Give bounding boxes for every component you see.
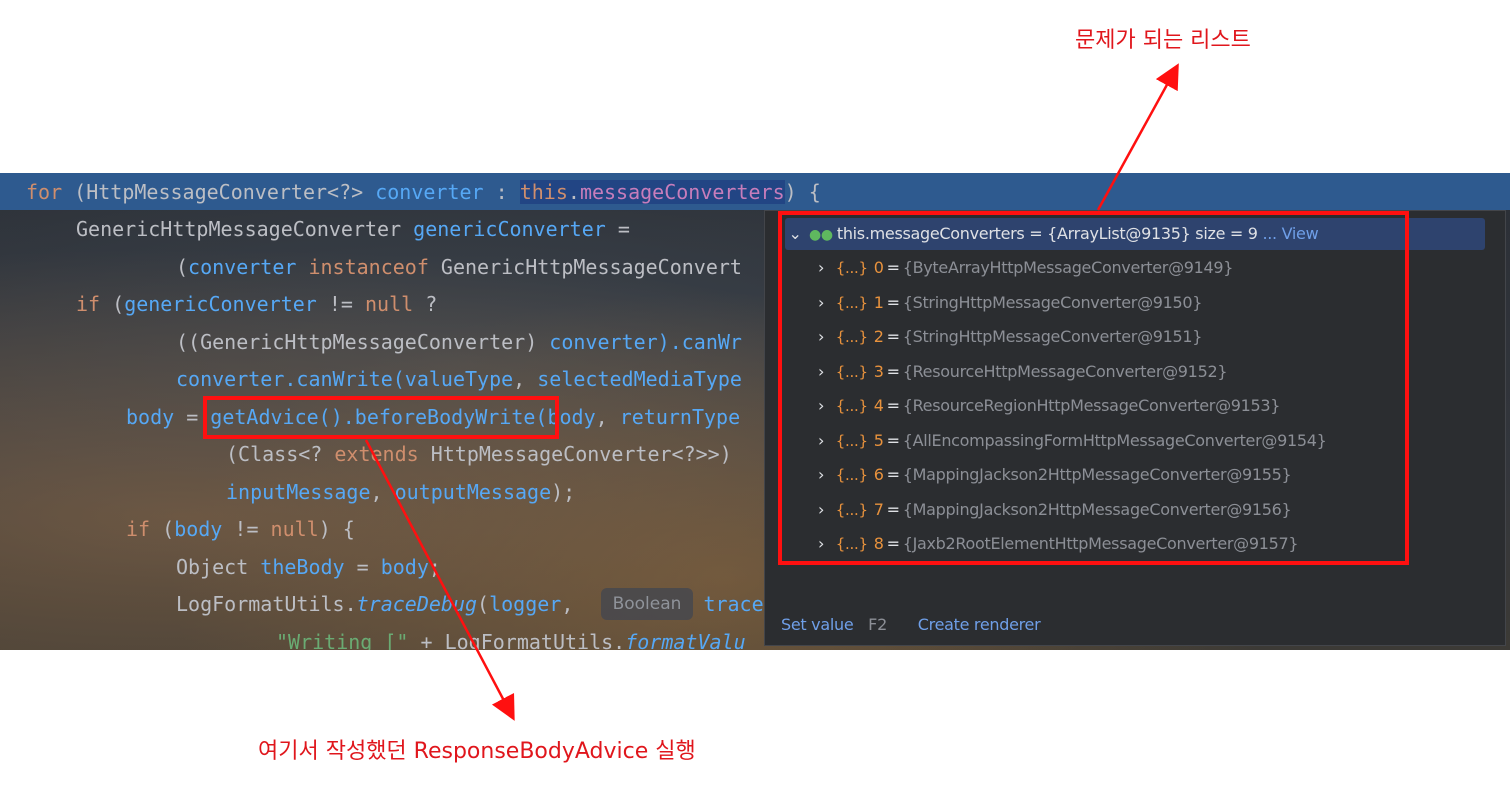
code-line[interactable]: (converter instanceof GenericHttpMessage… [176, 249, 742, 286]
set-value-shortcut: F2 [868, 615, 887, 634]
code-line[interactable]: ((GenericHttpMessageConverter) converter… [176, 324, 742, 361]
code-line[interactable]: Object theBody = body; [176, 549, 441, 586]
set-value-link[interactable]: Set value [781, 615, 854, 634]
code-line[interactable]: (Class<? extends HttpMessageConverter<?>… [226, 436, 732, 473]
annotation-bottom-note: 여기서 작성했던 ResponseBodyAdvice 실행 [258, 739, 696, 764]
code-line[interactable]: for (HttpMessageConverter<?> converter :… [26, 174, 821, 211]
create-renderer-link[interactable]: Create renderer [918, 615, 1041, 634]
code-line[interactable]: "Writing [" + LogFormatUtils.formatValu [276, 624, 746, 650]
debugger-footer: Set value F2 Create renderer [781, 609, 1041, 641]
code-line[interactable]: inputMessage, outputMessage); [226, 474, 575, 511]
highlight-box-converter-list [778, 211, 1409, 565]
code-line[interactable]: converter.canWrite(valueType, selectedMe… [176, 361, 742, 398]
code-line[interactable]: if (genericConverter != null ? [76, 286, 437, 323]
inlay-type-hint: Boolean [601, 588, 693, 620]
code-line[interactable]: if (body != null) { [126, 511, 355, 548]
code-line[interactable]: GenericHttpMessageConverter genericConve… [76, 211, 630, 248]
annotation-top-note: 문제가 되는 리스트 [1075, 28, 1251, 53]
highlight-box-advice-call [203, 396, 559, 439]
